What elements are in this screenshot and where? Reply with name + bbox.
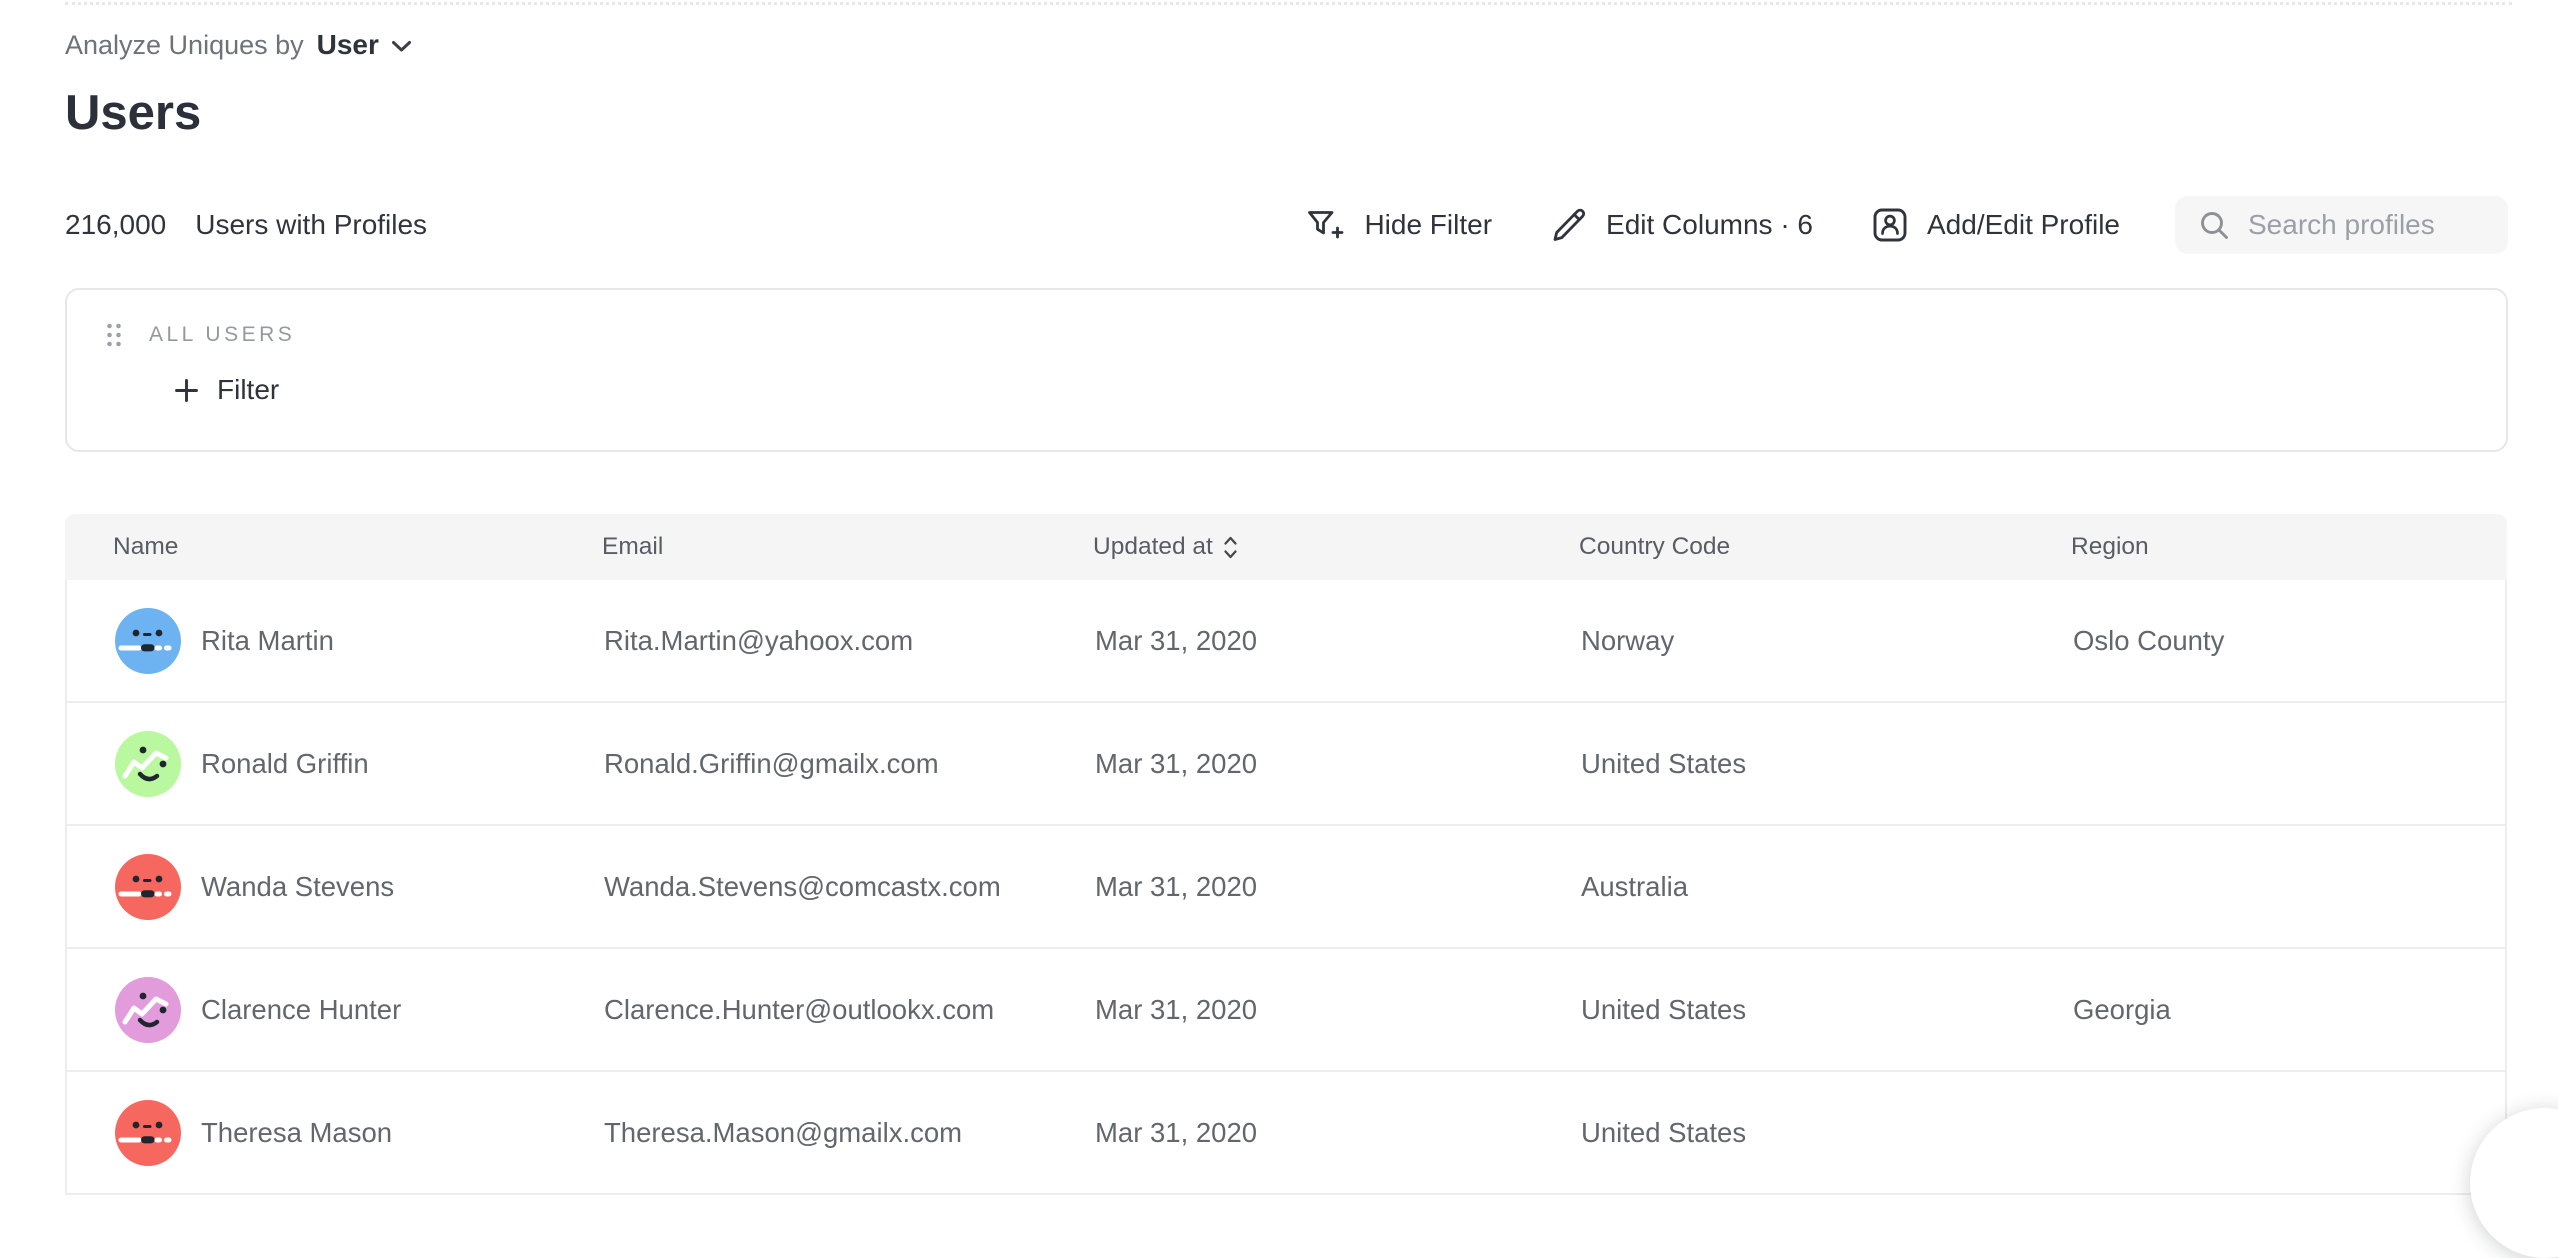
analyze-by-dropdown[interactable]: User	[317, 29, 412, 61]
updated-cell: Mar 31, 2020	[1095, 625, 1581, 657]
table-row[interactable]: Clarence Hunter Clarence.Hunter@outlookx…	[67, 949, 2505, 1072]
email-cell: Theresa.Mason@gmailx.com	[604, 1117, 1095, 1149]
name-cell: Wanda Stevens	[115, 854, 604, 920]
hide-filter-label: Hide Filter	[1364, 209, 1492, 241]
drag-dots-icon	[105, 322, 123, 348]
filter-scope-row: ALL USERS	[105, 318, 2506, 352]
plus-icon	[173, 377, 200, 404]
country-cell: United States	[1581, 994, 2073, 1026]
column-header-email[interactable]: Email	[602, 533, 1093, 561]
edit-columns-label: Edit Columns · 6	[1606, 209, 1813, 241]
updated-cell: Mar 31, 2020	[1095, 871, 1581, 903]
name-cell: Clarence Hunter	[115, 977, 604, 1043]
avatar	[115, 1100, 181, 1166]
chevron-down-icon	[391, 40, 412, 53]
add-filter-label: Filter	[217, 374, 279, 406]
updated-cell: Mar 31, 2020	[1095, 1117, 1581, 1149]
analyze-uniques-row: Analyze Uniques by User	[65, 0, 2508, 60]
name-cell: Ronald Griffin	[115, 731, 604, 797]
region-cell: Georgia	[2073, 994, 2505, 1026]
table-row[interactable]: Rita Martin Rita.Martin@yahoox.com Mar 3…	[67, 580, 2505, 703]
column-header-updated-at[interactable]: Updated at	[1093, 533, 1579, 561]
pencil-icon	[1547, 203, 1591, 247]
country-cell: Australia	[1581, 871, 2073, 903]
country-cell: Norway	[1581, 625, 2073, 657]
email-cell: Ronald.Griffin@gmailx.com	[604, 748, 1095, 780]
toolbar: 216,000 Users with Profiles Hide Filter …	[65, 195, 2508, 255]
user-name: Ronald Griffin	[201, 748, 369, 780]
user-name: Wanda Stevens	[201, 871, 394, 903]
add-filter-button[interactable]: Filter	[173, 374, 279, 406]
filter-scope-label: ALL USERS	[149, 323, 295, 347]
email-cell: Rita.Martin@yahoox.com	[604, 625, 1095, 657]
analyze-uniques-label: Analyze Uniques by	[65, 30, 304, 61]
search-icon	[2197, 208, 2231, 242]
name-cell: Theresa Mason	[115, 1100, 604, 1166]
avatar	[115, 977, 181, 1043]
profile-card-icon	[1868, 203, 1912, 247]
avatar	[115, 731, 181, 797]
table-header: Name Email Updated at Country Code Regio…	[65, 514, 2507, 580]
funnel-plus-icon	[1303, 203, 1349, 247]
search-profiles-box[interactable]	[2175, 196, 2508, 254]
profiles-count: 216,000	[65, 209, 166, 241]
table-body: Rita Martin Rita.Martin@yahoox.com Mar 3…	[65, 580, 2507, 1195]
profiles-count-group: 216,000 Users with Profiles	[65, 209, 427, 241]
column-header-name[interactable]: Name	[113, 533, 602, 561]
updated-cell: Mar 31, 2020	[1095, 748, 1581, 780]
email-cell: Wanda.Stevens@comcastx.com	[604, 871, 1095, 903]
drag-handle[interactable]	[105, 322, 123, 348]
profiles-count-label: Users with Profiles	[195, 209, 427, 241]
hide-filter-button[interactable]: Hide Filter	[1303, 203, 1492, 247]
column-header-region[interactable]: Region	[2071, 533, 2507, 561]
filter-panel: ALL USERS Filter	[65, 288, 2508, 452]
sort-icon	[1223, 535, 1238, 560]
user-name: Theresa Mason	[201, 1117, 392, 1149]
analyze-by-value: User	[317, 29, 379, 61]
column-header-country-code[interactable]: Country Code	[1579, 533, 2071, 561]
user-name: Clarence Hunter	[201, 994, 401, 1026]
user-name: Rita Martin	[201, 625, 334, 657]
add-edit-profile-label: Add/Edit Profile	[1927, 209, 2120, 241]
avatar	[115, 854, 181, 920]
search-profiles-input[interactable]	[2248, 209, 2496, 241]
add-edit-profile-button[interactable]: Add/Edit Profile	[1868, 203, 2120, 247]
users-table: Name Email Updated at Country Code Regio…	[65, 514, 2507, 1195]
edit-columns-button[interactable]: Edit Columns · 6	[1547, 203, 1813, 247]
updated-cell: Mar 31, 2020	[1095, 994, 1581, 1026]
name-cell: Rita Martin	[115, 608, 604, 674]
country-cell: United States	[1581, 748, 2073, 780]
email-cell: Clarence.Hunter@outlookx.com	[604, 994, 1095, 1026]
users-page: Analyze Uniques by User Users 216,000 Us…	[65, 0, 2508, 1195]
toolbar-actions: Hide Filter Edit Columns · 6 Add/Edit Pr…	[1303, 196, 2508, 254]
table-row[interactable]: Ronald Griffin Ronald.Griffin@gmailx.com…	[67, 703, 2505, 826]
region-cell: Oslo County	[2073, 625, 2505, 657]
avatar	[115, 608, 181, 674]
country-cell: United States	[1581, 1117, 2073, 1149]
page-title: Users	[65, 87, 2508, 139]
table-row[interactable]: Wanda Stevens Wanda.Stevens@comcastx.com…	[67, 826, 2505, 949]
table-row[interactable]: Theresa Mason Theresa.Mason@gmailx.com M…	[67, 1072, 2505, 1195]
